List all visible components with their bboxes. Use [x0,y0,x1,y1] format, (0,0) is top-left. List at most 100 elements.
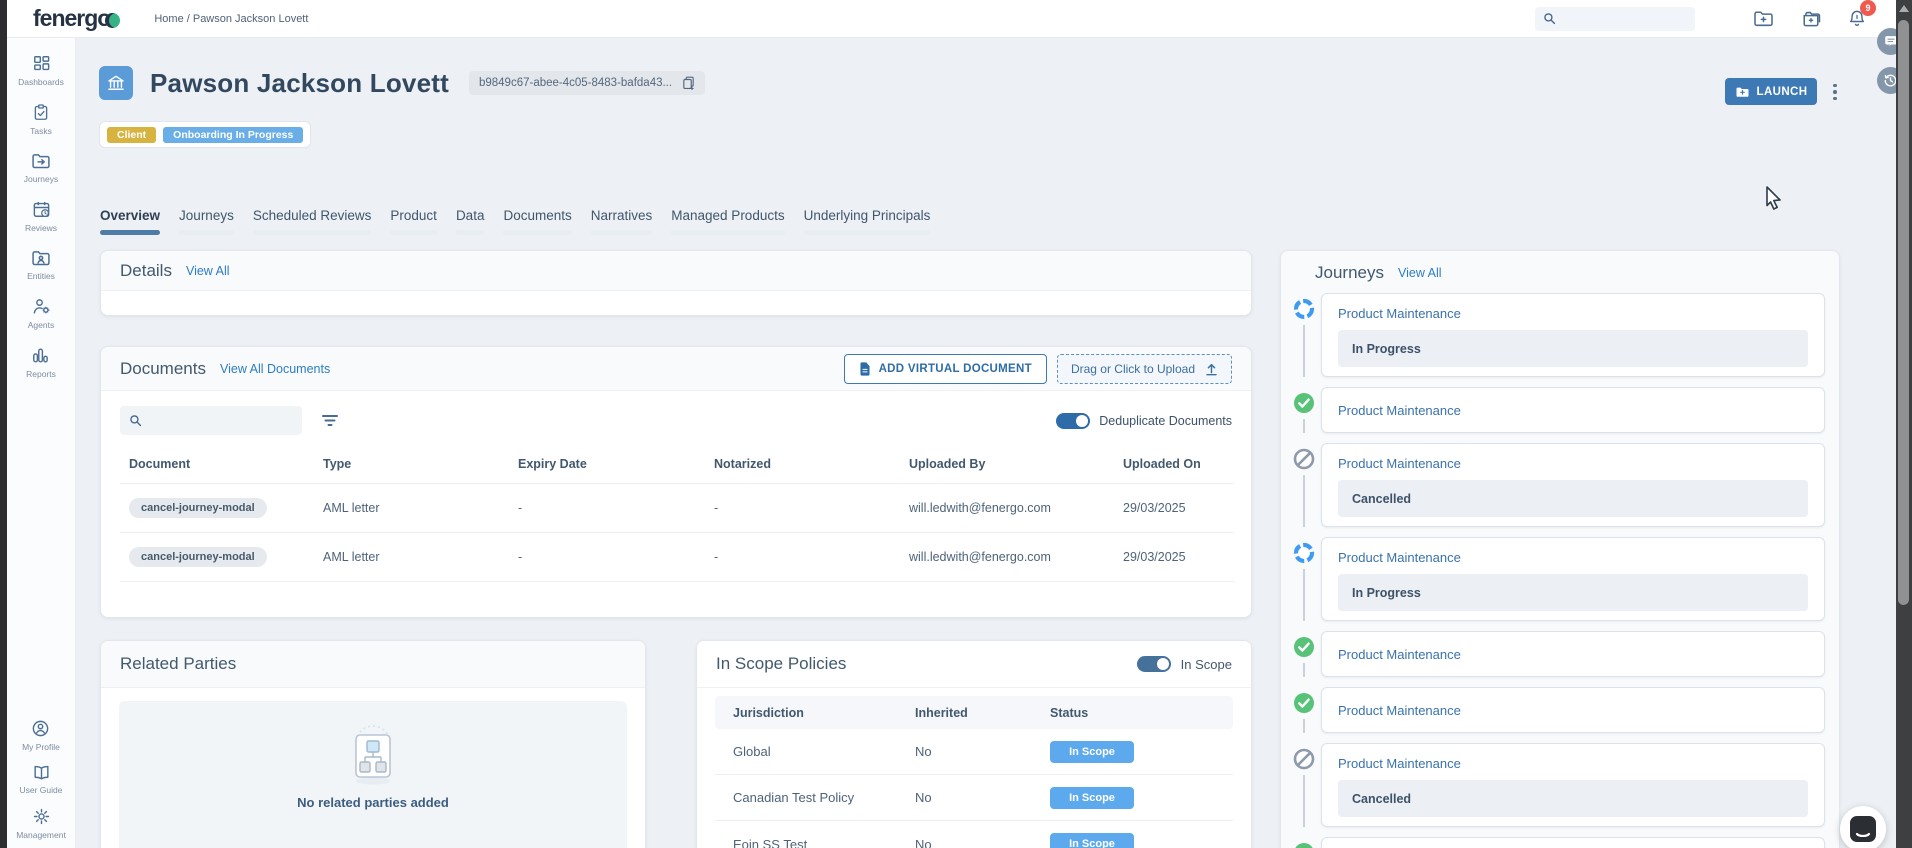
entities-icon [31,249,51,267]
in-scope-policies-title: In Scope Policies [716,654,846,674]
tab-journeys[interactable]: Journeys [179,208,234,235]
col-notarized[interactable]: Notarized [705,449,900,484]
deduplicate-toggle[interactable] [1056,413,1090,429]
tasks-icon [32,103,50,122]
documents-search-input[interactable] [149,413,289,429]
upload-dropzone-button[interactable]: Drag or Click to Upload [1057,354,1232,384]
sidebar-label: My Profile [22,742,60,752]
journey-card[interactable]: Product Maintenance [1321,631,1825,677]
upload-icon [1205,362,1218,376]
sidebar-item-user-guide[interactable]: User Guide [20,764,63,795]
tab-narratives[interactable]: Narratives [591,208,653,235]
launch-button[interactable]: LAUNCH [1725,78,1817,105]
sidebar-label: User Guide [20,785,63,795]
notification-count-badge: 9 [1860,0,1876,16]
copy-icon[interactable] [682,76,695,90]
document-row[interactable]: cancel-journey-modal AML letter - - will… [120,533,1234,582]
document-notarized: - [705,533,900,582]
page-title: Pawson Jackson Lovett [150,68,449,99]
journey-card[interactable]: Product Maintenance [1321,837,1825,848]
tab-product[interactable]: Product [390,208,437,235]
document-type: AML letter [314,484,509,533]
journey-card[interactable]: Product Maintenance In Progress [1321,537,1825,621]
journey-card[interactable]: Product Maintenance Cancelled [1321,743,1825,827]
journey-card[interactable]: Product Maintenance [1321,387,1825,433]
tab-overview[interactable]: Overview [100,208,160,235]
sidebar-item-entities[interactable]: Entities [27,249,55,281]
document-name-chip[interactable]: cancel-journey-modal [129,547,267,567]
upload-label: Drag or Click to Upload [1071,362,1195,376]
add-virtual-document-button[interactable]: ADD VIRTUAL DOCUMENT [844,354,1047,384]
col-document[interactable]: Document [120,449,314,484]
scrollbar-thumb[interactable] [1898,20,1909,605]
document-icon [859,362,871,376]
complete-icon [1293,636,1315,658]
in-progress-icon [1293,298,1315,320]
new-case-button[interactable] [1753,10,1774,27]
global-search[interactable] [1535,7,1695,31]
entity-id: b9849c67-abee-4c05-8483-bafda43... [479,77,672,89]
documents-search[interactable] [120,406,302,435]
sidebar-item-reports[interactable]: Reports [26,346,56,379]
entity-header: Pawson Jackson Lovett b9849c67-abee-4c05… [99,66,705,100]
journey-status: Cancelled [1338,780,1808,817]
col-inherited: Inherited [915,706,1050,720]
case-collection-button[interactable] [1800,10,1822,28]
col-status: Status [1050,706,1200,720]
in-scope-toggle[interactable] [1137,656,1171,672]
sidebar-item-tasks[interactable]: Tasks [30,103,52,136]
deduplicate-label: Deduplicate Documents [1099,414,1232,428]
policy-status-badge: In Scope [1050,741,1134,763]
documents-view-all-link[interactable]: View All Documents [220,362,330,376]
entity-id-chip[interactable]: b9849c67-abee-4c05-8483-bafda43... [469,71,705,95]
tab-scheduled-reviews[interactable]: Scheduled Reviews [253,208,372,235]
journeys-icon [31,152,51,170]
breadcrumb[interactable]: Home / Pawson Jackson Lovett [154,13,308,25]
journey-card[interactable]: Product Maintenance In Progress [1321,293,1825,377]
sidebar-item-agents[interactable]: Agents [28,297,54,330]
journey-card[interactable]: Product Maintenance [1321,687,1825,733]
tab-data[interactable]: Data [456,208,485,235]
bank-icon [106,73,126,93]
sidebar-item-my-profile[interactable]: My Profile [22,719,60,752]
tab-underlying-principals[interactable]: Underlying Principals [804,208,931,235]
journey-name: Product Maintenance [1338,306,1808,321]
scrollbar-up-arrow[interactable] [1899,5,1909,12]
col-uploaded-on[interactable]: Uploaded On [1114,449,1234,484]
reports-icon [31,346,50,365]
policy-inherited: No [915,744,1050,759]
journey-card[interactable]: Product Maintenance Cancelled [1321,443,1825,527]
policy-row: Eoin SS Test No In Scope [715,821,1233,848]
col-type[interactable]: Type [314,449,509,484]
sidebar-item-management[interactable]: Management [16,807,66,840]
chat-widget-button[interactable] [1840,806,1886,848]
journeys-view-all-link[interactable]: View All [1398,266,1442,280]
policy-status-badge: In Scope [1050,833,1134,848]
notifications-button[interactable]: 9 [1848,9,1866,28]
related-parties-empty-text: No related parties added [297,795,449,810]
document-name-chip[interactable]: cancel-journey-modal [129,498,267,518]
sidebar-label: Reports [26,369,56,379]
sidebar-item-dashboards[interactable]: Dashboards [18,54,64,87]
fenergo-logo[interactable]: fenergo [33,5,120,32]
documents-toolbar: Deduplicate Documents [120,406,1232,435]
add-virtual-document-label: ADD VIRTUAL DOCUMENT [879,363,1032,375]
entity-badges: Client Onboarding In Progress [99,121,311,148]
sidebar-label: Reviews [25,223,57,233]
global-search-input[interactable] [1562,12,1682,26]
document-uploaded-by: will.ledwith@fenergo.com [900,484,1114,533]
page-scrollbar[interactable] [1896,0,1912,848]
in-progress-icon [1293,542,1315,564]
document-row[interactable]: cancel-journey-modal AML letter - - will… [120,484,1234,533]
col-uploaded-by[interactable]: Uploaded By [900,449,1114,484]
journey-status: Cancelled [1338,480,1808,517]
col-expiry-date[interactable]: Expiry Date [509,449,705,484]
sidebar-item-journeys[interactable]: Journeys [24,152,59,184]
tab-documents[interactable]: Documents [503,208,571,235]
details-view-all-link[interactable]: View All [186,264,230,278]
app-window: fenergo Home / Pawson Jackson Lovett 9 D… [0,0,1912,848]
more-actions-button[interactable] [1826,80,1844,104]
tab-managed-products[interactable]: Managed Products [671,208,784,235]
sidebar-item-reviews[interactable]: Reviews [25,200,57,233]
filter-icon[interactable] [322,414,338,427]
